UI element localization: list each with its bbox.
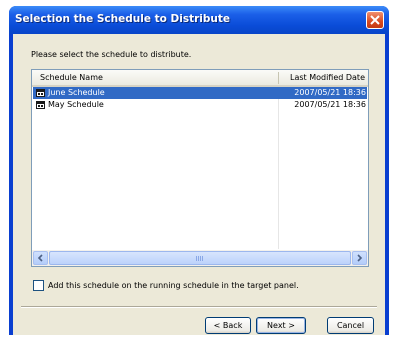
list-item-name: June Schedule bbox=[48, 88, 105, 97]
grip-icon bbox=[196, 256, 204, 261]
scroll-right-button[interactable] bbox=[352, 251, 367, 265]
close-button[interactable] bbox=[366, 11, 384, 29]
list-item-date: 2007/05/21 18:36 bbox=[294, 88, 366, 97]
schedule-icon bbox=[36, 101, 45, 109]
list-item-june-schedule[interactable]: June Schedule 2007/05/21 18:36 bbox=[33, 87, 367, 99]
list-item-date: 2007/05/21 18:36 bbox=[294, 100, 366, 109]
add-to-running-checkbox[interactable] bbox=[33, 280, 44, 291]
instruction-text: Please select the schedule to distribute… bbox=[31, 50, 192, 59]
list-item-may-schedule[interactable]: May Schedule 2007/05/21 18:36 bbox=[33, 99, 367, 111]
next-button[interactable]: Next > bbox=[256, 317, 306, 334]
schedule-list[interactable]: Schedule Name Last Modified Date June Sc… bbox=[31, 69, 369, 267]
column-gridline bbox=[278, 87, 279, 249]
close-icon bbox=[370, 15, 380, 25]
scroll-left-button[interactable] bbox=[33, 251, 48, 265]
dialog-body: Please select the schedule to distribute… bbox=[13, 34, 385, 335]
arrow-right-icon bbox=[357, 254, 363, 262]
scroll-thumb[interactable] bbox=[49, 251, 351, 265]
dialog-window: Selection the Schedule to Distribute Ple… bbox=[9, 6, 389, 335]
button-divider bbox=[21, 306, 377, 308]
title-bar[interactable]: Selection the Schedule to Distribute bbox=[9, 6, 389, 34]
column-header-last-modified[interactable]: Last Modified Date bbox=[290, 73, 365, 82]
horizontal-scrollbar[interactable] bbox=[32, 250, 368, 266]
checkbox-label[interactable]: Add this schedule on the running schedul… bbox=[48, 281, 299, 290]
window-title: Selection the Schedule to Distribute bbox=[15, 13, 230, 25]
arrow-left-icon bbox=[37, 254, 43, 262]
back-button[interactable]: < Back bbox=[205, 317, 251, 334]
list-item-name: May Schedule bbox=[48, 100, 104, 109]
schedule-icon bbox=[36, 89, 45, 97]
list-header: Schedule Name Last Modified Date bbox=[32, 70, 368, 87]
column-divider[interactable] bbox=[278, 72, 279, 84]
cancel-button[interactable]: Cancel bbox=[327, 317, 374, 334]
column-header-schedule-name[interactable]: Schedule Name bbox=[40, 73, 103, 82]
